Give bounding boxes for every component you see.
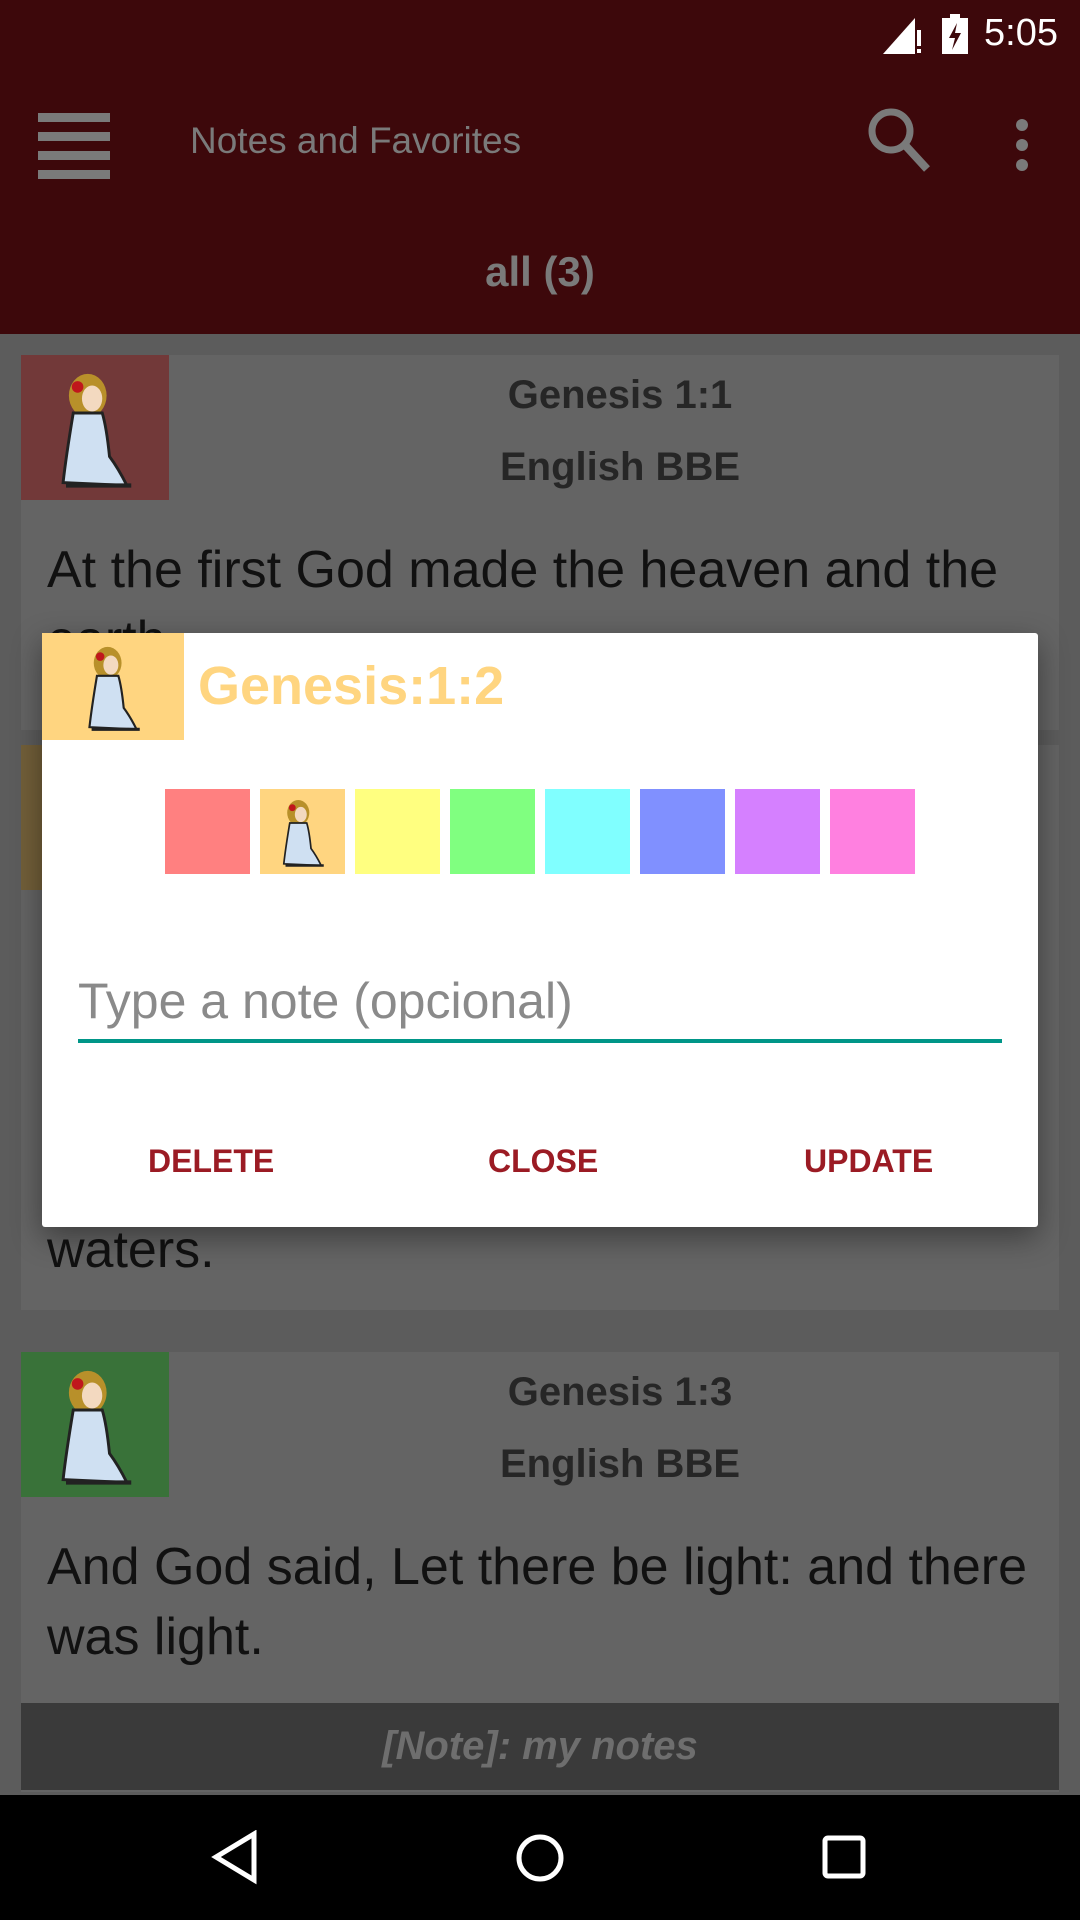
status-bar: 5:05 bbox=[0, 0, 1080, 70]
praying-girl-icon bbox=[260, 789, 345, 874]
praying-girl-icon bbox=[42, 633, 184, 740]
hamburger-menu-icon[interactable] bbox=[30, 105, 120, 195]
color-thumbnail bbox=[21, 1352, 169, 1497]
color-swatch-cyan[interactable] bbox=[545, 789, 630, 874]
color-swatch-green[interactable] bbox=[450, 789, 535, 874]
card-reference: Genesis 1:3 bbox=[507, 1370, 733, 1414]
selected-color-thumbnail bbox=[42, 633, 184, 740]
recents-icon[interactable] bbox=[820, 1833, 870, 1883]
clock: 5:05 bbox=[984, 12, 1058, 54]
app-bar: Notes and Favorites all (3) bbox=[0, 70, 1080, 334]
card-version: English BBE bbox=[499, 445, 741, 489]
back-icon[interactable] bbox=[210, 1830, 260, 1885]
tab-all[interactable]: all (3) bbox=[0, 248, 1080, 296]
color-swatch-pink[interactable] bbox=[830, 789, 915, 874]
color-swatch-yellow[interactable] bbox=[355, 789, 440, 874]
color-swatch-red[interactable] bbox=[165, 789, 250, 874]
edit-note-dialog: Genesis:1:2 DELETE CLOSE UPDATE bbox=[42, 633, 1038, 1227]
card-note: [Note]: my notes bbox=[21, 1703, 1059, 1790]
navigation-bar bbox=[0, 1795, 1080, 1920]
home-icon[interactable] bbox=[512, 1830, 568, 1886]
signal-alert-icon bbox=[883, 18, 921, 54]
update-button[interactable]: UPDATE bbox=[804, 1143, 933, 1180]
battery-charging-icon bbox=[942, 14, 968, 54]
praying-girl-icon bbox=[21, 1352, 169, 1497]
card-verse: And God said, Let there be light: and th… bbox=[47, 1538, 1028, 1666]
page-title: Notes and Favorites bbox=[190, 120, 522, 161]
note-input[interactable] bbox=[78, 963, 1002, 1043]
more-vertical-icon[interactable] bbox=[1005, 115, 1039, 185]
delete-button[interactable]: DELETE bbox=[148, 1143, 274, 1180]
close-button[interactable]: CLOSE bbox=[488, 1143, 598, 1180]
note-card[interactable]: Genesis 1:3 English BBE And God said, Le… bbox=[21, 1352, 1059, 1792]
card-version: English BBE bbox=[499, 1442, 741, 1486]
color-swatch-purple[interactable] bbox=[735, 789, 820, 874]
color-swatch-orange-selected[interactable] bbox=[260, 789, 345, 874]
dialog-title: Genesis:1:2 bbox=[198, 656, 505, 716]
card-reference: Genesis 1:1 bbox=[507, 373, 733, 417]
color-swatch-blue[interactable] bbox=[640, 789, 725, 874]
search-icon[interactable] bbox=[865, 105, 935, 175]
praying-girl-icon bbox=[21, 355, 169, 500]
color-thumbnail bbox=[21, 355, 169, 500]
